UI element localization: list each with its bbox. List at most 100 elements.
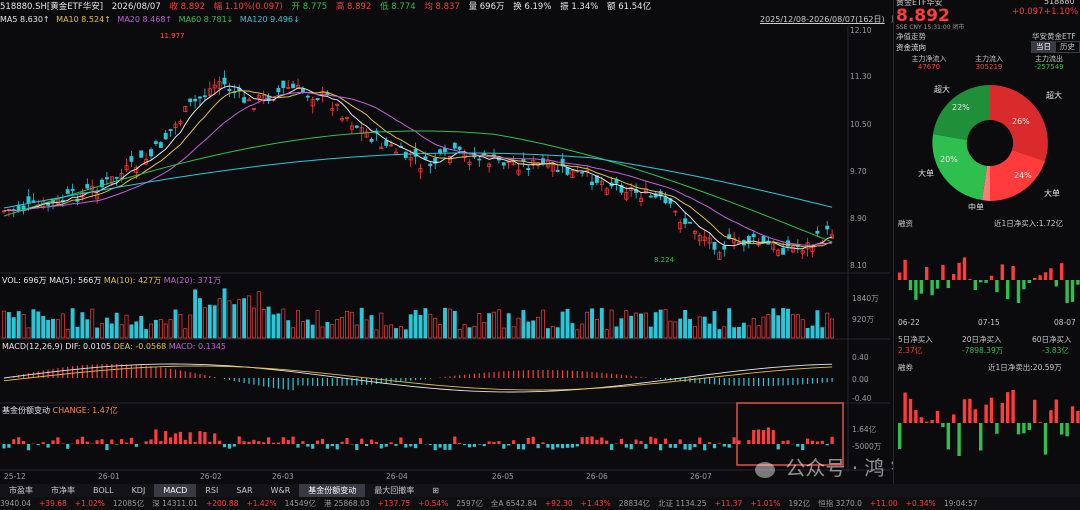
volume-bar bbox=[374, 329, 379, 339]
close-price: 收 8.892 bbox=[169, 2, 205, 12]
volume-bar bbox=[761, 316, 766, 339]
volume-tick: 1840万 bbox=[852, 294, 879, 303]
candle-body bbox=[153, 141, 158, 144]
today-button[interactable]: 当日 bbox=[1031, 41, 1056, 53]
candle-body bbox=[163, 132, 168, 140]
security-code[interactable]: 518880.SH[黄金ETF华安] bbox=[0, 2, 103, 12]
volume-bar bbox=[389, 324, 394, 339]
ticker-item: 14549亿 bbox=[284, 499, 316, 508]
rz-stat-label: 20日净买入 bbox=[962, 335, 1002, 344]
rq-bar-chart bbox=[898, 389, 1080, 457]
rq-title: 融券 bbox=[898, 363, 913, 372]
history-button[interactable]: 历史 bbox=[1055, 41, 1080, 53]
candle-body bbox=[443, 148, 447, 153]
fund-change-bar bbox=[536, 444, 540, 449]
volume-bar bbox=[790, 314, 795, 339]
ticker-item: +1.02% bbox=[74, 499, 105, 508]
fund-change-bar bbox=[320, 438, 325, 444]
fund-change-bar bbox=[26, 444, 31, 451]
volume-bar bbox=[697, 316, 702, 339]
add-tab-icon[interactable]: ⊞ bbox=[423, 484, 448, 497]
volume-bar bbox=[124, 314, 129, 339]
volume-bar bbox=[217, 298, 222, 339]
volume-tick: 920万 bbox=[852, 315, 874, 324]
volume-bar bbox=[163, 323, 168, 339]
fund-change-bar bbox=[100, 439, 104, 444]
bar bbox=[1000, 402, 1004, 423]
ticker-item: +0.54% bbox=[418, 499, 449, 508]
fund-change-bar bbox=[17, 437, 21, 444]
bar bbox=[1022, 423, 1026, 434]
tab-1[interactable]: 市净率 bbox=[42, 484, 84, 497]
high-mark: 11.977 bbox=[160, 32, 185, 40]
bar bbox=[1006, 280, 1010, 300]
volume-bar bbox=[428, 313, 433, 339]
volume-bar bbox=[776, 315, 781, 339]
fund-change-bar bbox=[663, 438, 668, 444]
tab-7[interactable]: W&R bbox=[262, 484, 300, 497]
volume-bar bbox=[237, 299, 242, 339]
tab-5[interactable]: RSI bbox=[196, 484, 227, 497]
volume-bar bbox=[6, 312, 11, 339]
volume-bar bbox=[634, 312, 639, 339]
candle-body bbox=[129, 156, 134, 162]
volume-bar bbox=[384, 325, 389, 339]
bar bbox=[935, 410, 940, 423]
tab-8[interactable]: 基金份额变动 bbox=[299, 484, 366, 497]
volume-bar bbox=[477, 313, 482, 339]
amount: 额 61.54亿 bbox=[607, 2, 652, 12]
bar bbox=[968, 398, 972, 423]
volume-bar bbox=[85, 319, 90, 339]
tab-2[interactable]: BOLL bbox=[84, 484, 123, 497]
fund-change-bar bbox=[306, 444, 310, 447]
rz-date: 07-15 bbox=[978, 318, 1000, 327]
candle-body bbox=[305, 95, 310, 98]
volume-bar bbox=[51, 318, 55, 339]
fund-change-bar bbox=[164, 431, 168, 444]
ticker-item: +11.00 bbox=[869, 499, 898, 508]
bar bbox=[919, 280, 923, 294]
fund-change-bar bbox=[629, 444, 633, 450]
volume-bar bbox=[786, 308, 790, 339]
volume-bar bbox=[487, 313, 492, 339]
volume-bar bbox=[619, 318, 624, 339]
fund-change-bar bbox=[286, 439, 290, 444]
kline-chart[interactable] bbox=[0, 26, 890, 484]
fund-change-bar bbox=[355, 444, 359, 450]
bar bbox=[1054, 399, 1058, 423]
fund-tick: 1.64亿 bbox=[852, 425, 877, 434]
fund-change-bar bbox=[825, 444, 829, 446]
macd-legend: MACD(12,26,9) DIF: 0.0105 DEA: -0.0568 M… bbox=[2, 341, 226, 352]
candle-body bbox=[315, 98, 320, 101]
volume-bar bbox=[433, 317, 438, 339]
tab-3[interactable]: KDJ bbox=[123, 484, 155, 497]
rz-stat-label: 5日净买入 bbox=[898, 335, 933, 344]
fund-change-bar bbox=[820, 440, 824, 444]
fund-change-bar bbox=[752, 430, 756, 444]
volume-bar bbox=[717, 329, 722, 339]
bar bbox=[1000, 264, 1004, 280]
fund-change-bar bbox=[565, 444, 570, 448]
fund-change-bar bbox=[766, 427, 770, 444]
volume-bar bbox=[516, 317, 521, 339]
date-range[interactable]: 2025/12/08-2026/08/07(162日) 周期 bbox=[760, 14, 907, 26]
tab-9[interactable]: 最大回撤率 bbox=[365, 484, 423, 497]
tab-6[interactable]: SAR bbox=[227, 484, 261, 497]
candle-body bbox=[202, 95, 207, 98]
candle-body bbox=[452, 142, 457, 149]
svg-text:24%: 24% bbox=[1014, 171, 1032, 180]
fund-change-bar bbox=[531, 436, 535, 444]
volume-bar bbox=[643, 312, 648, 339]
fund-change-bar bbox=[2, 444, 6, 449]
fund-change-bar bbox=[183, 439, 187, 444]
volume-bar bbox=[418, 314, 423, 339]
fund-change-bar bbox=[492, 441, 496, 444]
ticker-item: 28834亿 bbox=[618, 499, 651, 508]
bar bbox=[903, 392, 907, 423]
tab-0[interactable]: 市盈率 bbox=[0, 484, 42, 497]
rz-date: 06-22 bbox=[898, 318, 920, 327]
fund-change-bar bbox=[325, 444, 329, 449]
tab-4[interactable]: MACD bbox=[154, 484, 197, 497]
svg-text:超大: 超大 bbox=[1046, 90, 1062, 100]
fund-change-bar bbox=[761, 430, 766, 444]
